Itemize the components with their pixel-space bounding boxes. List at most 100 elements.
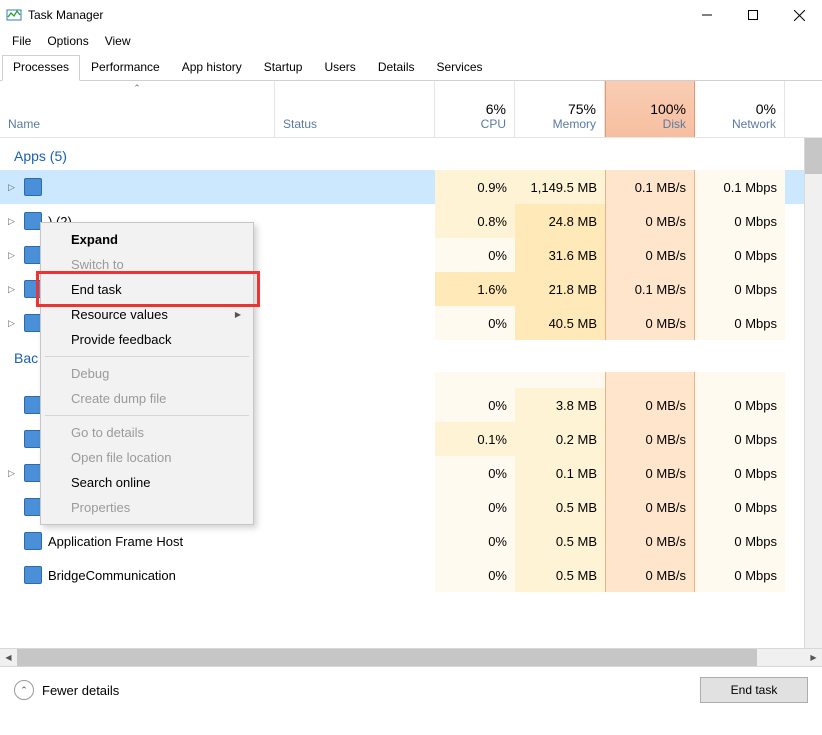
process-cpu-cell: 0% — [435, 456, 515, 490]
titlebar: Task Manager — [0, 0, 822, 30]
context-menu-item-go-to-details: Go to details — [43, 420, 251, 445]
process-status-cell — [275, 238, 435, 272]
vertical-scrollbar[interactable] — [804, 138, 822, 648]
hscroll-thumb[interactable] — [17, 649, 757, 666]
horizontal-scrollbar[interactable]: ◀ ▶ — [0, 648, 822, 666]
process-disk-cell: 0 MB/s — [605, 456, 695, 490]
process-network-cell: 0 Mbps — [695, 490, 785, 524]
context-menu-item-debug: Debug — [43, 361, 251, 386]
process-status-cell — [275, 490, 435, 524]
process-row[interactable]: Application Frame Host0%0.5 MB0 MB/s0 Mb… — [0, 524, 822, 558]
scrollbar-thumb[interactable] — [805, 138, 822, 174]
process-status-cell — [275, 306, 435, 340]
process-memory-cell: 31.6 MB — [515, 238, 605, 272]
col-status[interactable]: Status — [275, 81, 435, 137]
expand-caret-icon[interactable]: ▷ — [8, 250, 18, 261]
process-icon — [24, 178, 42, 196]
tab-processes[interactable]: Processes — [2, 55, 80, 81]
process-cpu-cell: 0% — [435, 490, 515, 524]
process-memory-cell: 40.5 MB — [515, 306, 605, 340]
process-memory-cell: 0.5 MB — [515, 490, 605, 524]
process-status-cell — [275, 456, 435, 490]
tab-services[interactable]: Services — [426, 55, 494, 81]
context-menu-separator — [45, 356, 249, 357]
process-disk-cell: 0 MB/s — [605, 388, 695, 422]
process-disk-cell: 0.1 MB/s — [605, 170, 695, 204]
col-cpu[interactable]: 6% CPU — [435, 81, 515, 137]
expand-caret-icon[interactable]: ▷ — [8, 284, 18, 295]
context-menu-item-end-task[interactable]: End task — [43, 277, 251, 302]
process-memory-cell: 0.1 MB — [515, 456, 605, 490]
process-name-cell: BridgeCommunication — [0, 558, 275, 592]
menu-options[interactable]: Options — [39, 32, 96, 50]
process-memory-cell: 21.8 MB — [515, 272, 605, 306]
process-network-cell: 0 Mbps — [695, 272, 785, 306]
process-name-label: Application Frame Host — [48, 534, 183, 549]
maximize-button[interactable] — [730, 0, 776, 30]
process-disk-cell: 0 MB/s — [605, 524, 695, 558]
process-memory-cell: 0.5 MB — [515, 524, 605, 558]
task-manager-icon — [6, 7, 22, 23]
expand-caret-icon[interactable]: ▷ — [8, 468, 18, 479]
process-disk-cell: 0 MB/s — [605, 558, 695, 592]
process-disk-cell: 0 MB/s — [605, 490, 695, 524]
process-status-cell — [275, 524, 435, 558]
process-status-cell — [275, 272, 435, 306]
process-disk-cell: 0 MB/s — [605, 306, 695, 340]
context-menu-item-properties: Properties — [43, 495, 251, 520]
context-menu-item-create-dump-file: Create dump file — [43, 386, 251, 411]
tab-startup[interactable]: Startup — [253, 55, 314, 81]
col-name[interactable]: ⌃ Name — [0, 81, 275, 137]
process-status-cell — [275, 422, 435, 456]
col-network[interactable]: 0% Network — [695, 81, 785, 137]
menu-view[interactable]: View — [97, 32, 139, 50]
process-network-cell: 0 Mbps — [695, 524, 785, 558]
process-icon — [24, 566, 42, 584]
context-menu-item-provide-feedback[interactable]: Provide feedback — [43, 327, 251, 352]
process-name-label: BridgeCommunication — [48, 568, 176, 583]
fewer-details-toggle[interactable]: ⌃ Fewer details — [14, 680, 119, 700]
scroll-left-arrow-icon[interactable]: ◀ — [0, 649, 17, 666]
process-network-cell: 0 Mbps — [695, 388, 785, 422]
fewer-details-label: Fewer details — [42, 683, 119, 698]
scroll-right-arrow-icon[interactable]: ▶ — [805, 649, 822, 666]
expand-caret-icon[interactable]: ▷ — [8, 318, 18, 329]
process-status-cell — [275, 558, 435, 592]
tab-app-history[interactable]: App history — [171, 55, 253, 81]
process-cpu-cell: 0.8% — [435, 204, 515, 238]
process-name-cell: ▷ — [0, 170, 275, 204]
expand-caret-icon[interactable]: ▷ — [8, 216, 18, 227]
context-menu-item-search-online[interactable]: Search online — [43, 470, 251, 495]
process-memory-cell: 0.5 MB — [515, 558, 605, 592]
process-cpu-cell: 0% — [435, 388, 515, 422]
process-network-cell: 0 Mbps — [695, 306, 785, 340]
tab-users[interactable]: Users — [313, 55, 366, 81]
process-memory-cell: 24.8 MB — [515, 204, 605, 238]
process-disk-cell: 0 MB/s — [605, 238, 695, 272]
process-network-cell: 0 Mbps — [695, 238, 785, 272]
context-menu-item-resource-values[interactable]: Resource values — [43, 302, 251, 327]
process-network-cell: 0 Mbps — [695, 204, 785, 238]
group-apps-header: Apps (5) — [0, 138, 822, 170]
end-task-button[interactable]: End task — [700, 677, 808, 703]
col-disk[interactable]: 100% Disk — [605, 81, 695, 137]
process-row[interactable]: BridgeCommunication0%0.5 MB0 MB/s0 Mbps — [0, 558, 822, 592]
process-cpu-cell: 0.1% — [435, 422, 515, 456]
tab-performance[interactable]: Performance — [80, 55, 171, 81]
context-menu-item-expand[interactable]: Expand — [43, 227, 251, 252]
tab-details[interactable]: Details — [367, 55, 426, 81]
close-button[interactable] — [776, 0, 822, 30]
menu-file[interactable]: File — [4, 32, 39, 50]
sort-indicator-icon: ⌃ — [133, 83, 141, 94]
process-cpu-cell: 1.6% — [435, 272, 515, 306]
window-title: Task Manager — [28, 8, 684, 22]
process-row[interactable]: ▷0.9%1,149.5 MB0.1 MB/s0.1 Mbps — [0, 170, 822, 204]
col-memory[interactable]: 75% Memory — [515, 81, 605, 137]
minimize-button[interactable] — [684, 0, 730, 30]
process-status-cell — [275, 204, 435, 238]
process-network-cell: 0 Mbps — [695, 422, 785, 456]
expand-caret-icon[interactable]: ▷ — [8, 182, 18, 193]
context-menu-item-switch-to: Switch to — [43, 252, 251, 277]
process-status-cell — [275, 388, 435, 422]
process-cpu-cell: 0% — [435, 238, 515, 272]
